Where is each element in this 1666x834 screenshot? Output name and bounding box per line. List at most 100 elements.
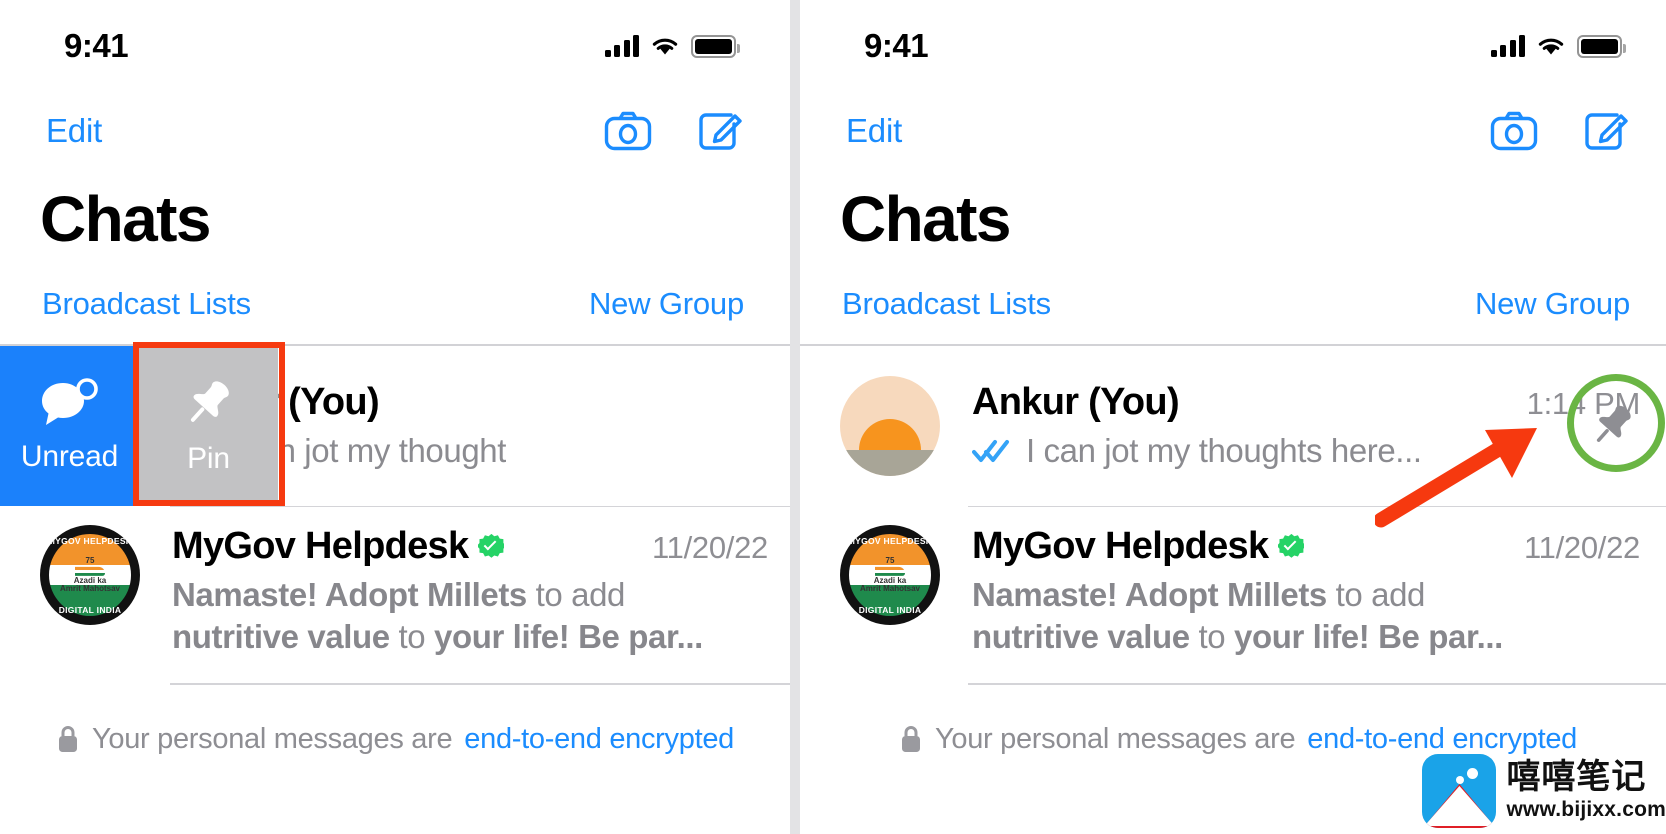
encryption-link[interactable]: end-to-end encrypted — [1307, 723, 1577, 756]
preview-bold-1: Namaste! Adopt Millets — [172, 576, 527, 614]
swipe-action-unread[interactable]: Unread — [0, 345, 139, 506]
pin-icon — [190, 381, 229, 422]
chat-name: Ankur (You) — [972, 381, 1180, 424]
chat-row-mygov[interactable]: MYGOV HELPDESK 75 Azadi ka Amrit Mahotsa… — [800, 507, 1666, 676]
encryption-footer: Your personal messages are end-to-end en… — [0, 685, 790, 756]
mygov-helpdesk-logo: MYGOV HELPDESK 75 Azadi ka Amrit Mahotsa… — [40, 525, 140, 626]
emblem-75: 75 — [85, 556, 95, 566]
left-phone-panel: 9:41 Edit Chats Broadcast Lists New Grou… — [0, 0, 790, 834]
chat-row-body: MyGov Helpdesk 11/20/22 Namaste! Adopt M… — [140, 525, 790, 657]
camera-icon[interactable] — [1490, 110, 1538, 152]
broadcast-lists-button[interactable]: Broadcast Lists — [842, 286, 1051, 322]
chat-row-top: Ankur (You) 1:14 PM — [972, 381, 1666, 424]
chat-row-ankur[interactable]: Unread Pin Ankur (Y — [0, 341, 790, 506]
battery-full-icon — [691, 34, 740, 58]
preview-mid-2: to — [1189, 617, 1234, 655]
chat-name: MyGov Helpdesk — [972, 525, 1269, 568]
preview-rest-1: to add — [1326, 576, 1426, 614]
double-check-blue-icon — [972, 440, 1009, 463]
nav-actions — [1490, 109, 1630, 153]
edit-button[interactable]: Edit — [846, 112, 902, 150]
sunset-avatar — [840, 375, 940, 476]
chat-row-top: MyGov Helpdesk 11/20/22 — [972, 525, 1666, 568]
page-title: Chats — [840, 183, 1011, 255]
chat-timestamp: 11/20/22 — [1524, 530, 1640, 566]
status-icon-group — [1490, 34, 1631, 58]
swipe-action-pin[interactable]: Pin — [139, 345, 278, 506]
pin-icon — [1596, 405, 1631, 442]
compose-icon[interactable] — [1584, 109, 1630, 153]
page-title: Chats — [40, 183, 211, 255]
encryption-footer: Your personal messages are end-to-end en… — [800, 685, 1666, 756]
status-icon-group — [604, 34, 745, 58]
status-clock: 9:41 — [64, 27, 129, 64]
sub-action-row: Broadcast Lists New Group — [0, 254, 790, 344]
watermark-brand: 嘻嘻笔记 — [1506, 757, 1647, 798]
nav-actions — [604, 109, 744, 153]
encryption-text: Your personal messages are — [92, 722, 453, 755]
preview-mid-2: to — [389, 617, 434, 655]
broadcast-lists-button[interactable]: Broadcast Lists — [42, 286, 251, 322]
chat-name: MyGov Helpdesk — [172, 525, 469, 568]
preview-bold-2: nutritive value — [172, 617, 390, 655]
emblem-amrit: Amrit Mahotsav — [859, 584, 920, 594]
chat-row-body: MyGov Helpdesk 11/20/22 Namaste! Adopt M… — [940, 525, 1666, 657]
status-bar: 9:41 — [800, 0, 1666, 92]
new-group-button[interactable]: New Group — [589, 286, 744, 322]
lock-icon — [59, 726, 77, 753]
chat-preview-text: I can jot my thoughts here... — [1026, 432, 1422, 470]
nav-bar: Edit — [800, 92, 1666, 170]
chat-row-mygov[interactable]: MYGOV HELPDESK 75 Azadi ka Amrit Mahotsa… — [0, 507, 790, 676]
swipe-action-tray: Unread Pin — [0, 345, 278, 506]
chat-preview: I can jot my thoughts here... — [972, 432, 1666, 470]
logo-ring-bottom-text: DIGITAL INDIA — [858, 605, 922, 616]
unread-chat-bubble-icon — [41, 378, 98, 425]
india-flag-icon — [75, 566, 105, 576]
preview-bold-3: your life! Be par... — [1234, 617, 1503, 655]
ground-shape — [840, 449, 940, 476]
watermark-url: www.bijixx.com — [1506, 797, 1666, 821]
new-group-button[interactable]: New Group — [1475, 286, 1630, 322]
preview-bold-2: nutritive value — [972, 617, 1190, 655]
chat-row-body: Ankur (You) 1:14 PM I can jot my thought… — [940, 381, 1666, 470]
battery-full-icon — [1577, 34, 1626, 58]
encryption-text: Your personal messages are — [935, 722, 1296, 755]
edit-button[interactable]: Edit — [46, 112, 102, 150]
encryption-link[interactable]: end-to-end encrypted — [464, 723, 734, 756]
cellular-bars-icon — [1490, 35, 1525, 57]
panel-divider — [790, 0, 800, 834]
emblem-75: 75 — [885, 556, 895, 566]
verified-badge-icon — [478, 533, 505, 560]
chat-preview: Namaste! Adopt Millets to add nutritive … — [172, 574, 790, 657]
chat-row-ankur[interactable]: Ankur (You) 1:14 PM I can jot my thought… — [800, 345, 1666, 506]
sun-shape — [859, 418, 921, 450]
cellular-bars-icon — [604, 35, 639, 57]
watermark: 嘻嘻笔记 www.bijixx.com — [1422, 754, 1666, 828]
logo-ring-top-text: MYGOV HELPDESK — [847, 536, 933, 547]
screenshot-stage: 9:41 Edit Chats Broadcast Lists New Grou… — [0, 0, 1666, 834]
right-phone-panel: 9:41 Edit Chats Broadcast Lists New Grou… — [800, 0, 1666, 834]
swipe-action-pin-label: Pin — [187, 441, 230, 475]
logo-ring-top-text: MYGOV HELPDESK — [47, 536, 133, 547]
logo-white-peak — [1424, 786, 1495, 826]
logo-emblem: 75 Azadi ka Amrit Mahotsav — [53, 556, 127, 594]
camera-icon[interactable] — [604, 110, 652, 152]
logo-dot-large — [1467, 768, 1479, 779]
sub-action-row: Broadcast Lists New Group — [800, 254, 1666, 344]
bijixx-mountain-logo — [1422, 754, 1497, 828]
compose-icon[interactable] — [698, 109, 744, 153]
preview-bold-3: your life! Be par... — [434, 617, 703, 655]
emblem-amrit: Amrit Mahotsav — [59, 584, 120, 594]
watermark-text: 嘻嘻笔记 www.bijixx.com — [1506, 757, 1666, 822]
wifi-icon — [652, 38, 678, 55]
india-flag-icon — [875, 566, 905, 576]
logo-dot-small — [1456, 776, 1465, 784]
pin-indicator — [1564, 377, 1662, 475]
logo-ring-bottom-text: DIGITAL INDIA — [58, 605, 122, 616]
status-clock: 9:41 — [864, 27, 929, 64]
status-bar: 9:41 — [0, 0, 790, 92]
nav-bar: Edit — [0, 92, 790, 170]
chat-timestamp: 11/20/22 — [652, 530, 768, 566]
swipe-action-unread-label: Unread — [20, 439, 119, 473]
wifi-icon — [1538, 38, 1564, 55]
